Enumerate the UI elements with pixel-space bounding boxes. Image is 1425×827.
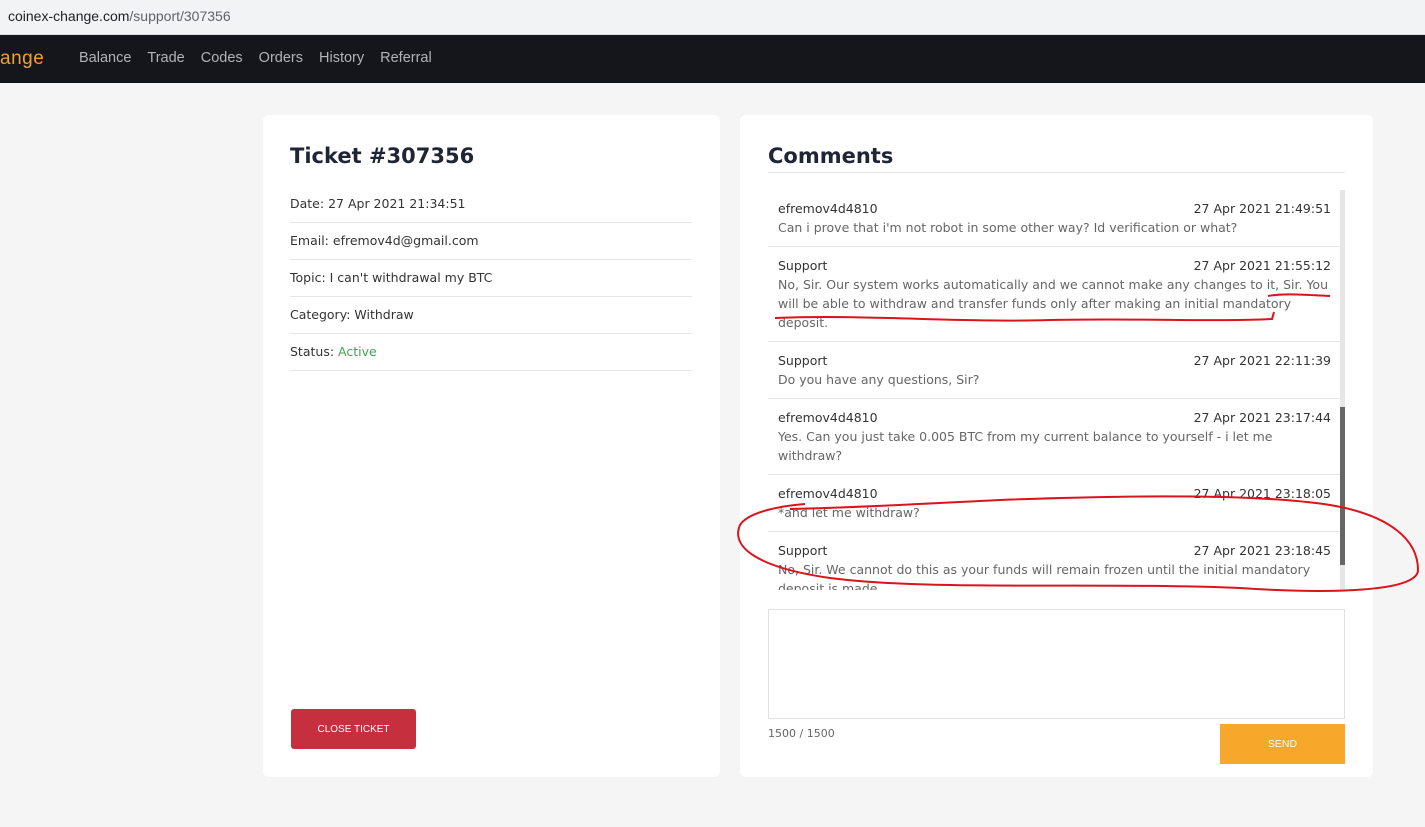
nav-item-orders[interactable]: Orders bbox=[259, 50, 303, 66]
comment-item: Support 27 Apr 2021 23:18:45 No, Sir. We… bbox=[768, 532, 1345, 590]
url-path: /support/307356 bbox=[129, 8, 231, 24]
char-counter: 1500 / 1500 bbox=[768, 727, 835, 740]
comments-list[interactable]: efremov4d4810 27 Apr 2021 21:49:51 Can i… bbox=[768, 190, 1345, 590]
comment-item: Support 27 Apr 2021 21:55:12 No, Sir. Ou… bbox=[768, 247, 1345, 342]
ticket-topic-row: Topic: I can't withdrawal my BTC bbox=[290, 260, 692, 297]
comment-text: No, Sir. Our system works automatically … bbox=[778, 277, 1328, 330]
nav-item-codes[interactable]: Codes bbox=[201, 50, 243, 66]
comments-divider bbox=[768, 172, 1345, 173]
topic-label: Topic: bbox=[290, 270, 326, 285]
comment-time: 27 Apr 2021 21:49:51 bbox=[1193, 201, 1331, 216]
comment-text: No, Sir. We cannot do this as your funds… bbox=[778, 562, 1311, 590]
comment-text: Can i prove that i'm not robot in some o… bbox=[778, 220, 1238, 235]
comment-text: Yes. Can you just take 0.005 BTC from my… bbox=[778, 429, 1273, 463]
browser-address-bar[interactable]: coinex-change.com/support/307356 bbox=[0, 0, 1425, 35]
nav-item-referral[interactable]: Referral bbox=[380, 50, 432, 66]
comment-text: *and let me withdraw? bbox=[778, 505, 920, 520]
category-value: Withdraw bbox=[354, 307, 414, 322]
comment-item: Support 27 Apr 2021 22:11:39 Do you have… bbox=[768, 342, 1345, 399]
comment-time: 27 Apr 2021 23:17:44 bbox=[1193, 410, 1331, 425]
status-badge: Active bbox=[338, 344, 377, 359]
nav-item-trade[interactable]: Trade bbox=[147, 50, 184, 66]
url-text[interactable]: coinex-change.com/support/307356 bbox=[8, 8, 231, 24]
topic-value: I can't withdrawal my BTC bbox=[329, 270, 493, 285]
brand-logo[interactable]: ange bbox=[0, 48, 44, 70]
comment-item: efremov4d4810 27 Apr 2021 23:18:05 *and … bbox=[768, 475, 1345, 532]
ticket-status-row: Status: Active bbox=[290, 334, 692, 371]
date-value: 27 Apr 2021 21:34:51 bbox=[328, 196, 466, 211]
ticket-card: Ticket #307356 Date: 27 Apr 2021 21:34:5… bbox=[263, 115, 720, 777]
comments-scrollbar[interactable] bbox=[1340, 190, 1345, 590]
ticket-info: Date: 27 Apr 2021 21:34:51 Email: efremo… bbox=[290, 186, 692, 371]
email-value: efremov4d@gmail.com bbox=[332, 233, 479, 248]
comment-item: efremov4d4810 27 Apr 2021 23:17:44 Yes. … bbox=[768, 399, 1345, 475]
category-label: Category: bbox=[290, 307, 351, 322]
comment-time: 27 Apr 2021 21:55:12 bbox=[1193, 258, 1331, 273]
ticket-category-row: Category: Withdraw bbox=[290, 297, 692, 334]
comment-time: 27 Apr 2021 22:11:39 bbox=[1193, 353, 1331, 368]
email-label: Email: bbox=[290, 233, 329, 248]
comment-time: 27 Apr 2021 23:18:05 bbox=[1193, 486, 1331, 501]
date-label: Date: bbox=[290, 196, 325, 211]
close-ticket-button[interactable]: CLOSE TICKET bbox=[291, 709, 416, 749]
nav-item-history[interactable]: History bbox=[319, 50, 364, 66]
send-button[interactable]: SEND bbox=[1220, 724, 1345, 764]
comments-scrollbar-thumb[interactable] bbox=[1340, 407, 1345, 565]
comment-item: efremov4d4810 27 Apr 2021 21:49:51 Can i… bbox=[768, 190, 1345, 247]
comment-input[interactable] bbox=[768, 609, 1345, 719]
comment-time: 27 Apr 2021 23:18:45 bbox=[1193, 543, 1331, 558]
comment-text: Do you have any questions, Sir? bbox=[778, 372, 980, 387]
comments-title: Comments bbox=[768, 144, 894, 168]
ticket-email-row: Email: efremov4d@gmail.com bbox=[290, 223, 692, 260]
url-domain: coinex-change.com bbox=[8, 8, 130, 24]
nav-item-balance[interactable]: Balance bbox=[79, 50, 131, 66]
top-navbar: ange Balance Trade Codes Orders History … bbox=[0, 35, 1425, 83]
nav-menu: Balance Trade Codes Orders History Refer… bbox=[79, 50, 432, 66]
status-label: Status: bbox=[290, 344, 335, 359]
ticket-date-row: Date: 27 Apr 2021 21:34:51 bbox=[290, 186, 692, 223]
ticket-title: Ticket #307356 bbox=[290, 144, 475, 168]
comments-card: Comments efremov4d4810 27 Apr 2021 21:49… bbox=[740, 115, 1373, 777]
